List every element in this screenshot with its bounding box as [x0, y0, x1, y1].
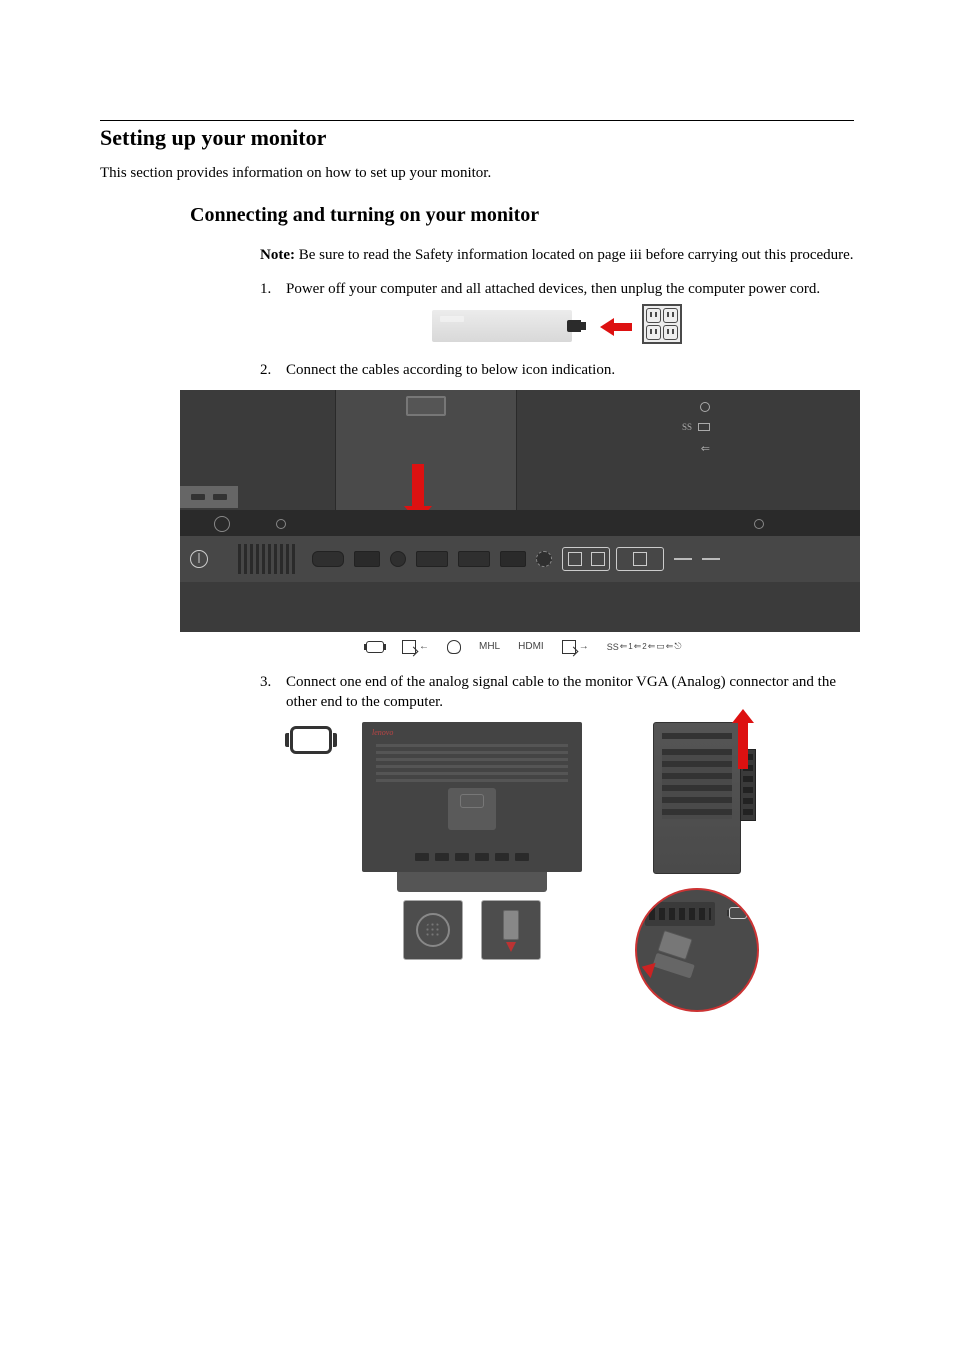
power-plug-icon [567, 320, 581, 332]
headphone-label-icon [447, 640, 461, 654]
brand-label: lenovo [372, 728, 393, 737]
left-side-ports [180, 486, 238, 508]
usb-arrow-icon: ⇐ [666, 641, 674, 652]
insert-arrow-icon [412, 464, 424, 508]
wall-outlet-icon [642, 304, 682, 344]
usb-trident-icon: ⇐ [701, 442, 710, 455]
mhl-port-icon [416, 551, 448, 567]
dp-out-label-icon [562, 640, 576, 654]
step-text: Power off your computer and all attached… [286, 279, 854, 299]
subsection-title: Connecting and turning on your monitor [190, 204, 854, 227]
displayport-in-icon [354, 551, 380, 567]
figure-vga-connection: lenovo [290, 722, 782, 1012]
figure-unplug-power [260, 310, 854, 342]
audio-jack-icon [390, 551, 406, 567]
usb-port-icon [698, 423, 710, 431]
displayport-out-icon [500, 551, 526, 567]
monitor-rear-diagram: lenovo [362, 722, 582, 960]
step-number: 3. [260, 672, 286, 692]
connect-up-arrow-icon [738, 721, 748, 769]
intro-text: This section provides information on how… [100, 165, 854, 182]
usb-arrow-icon: ⇐ [648, 641, 656, 652]
screw-icon [754, 519, 764, 529]
step-text: Connect the cables according to below ic… [286, 360, 854, 380]
computer-tower-diagram [612, 722, 782, 1012]
lock-icon: ⎋ [674, 641, 681, 652]
figure-port-layout: SS ⇐ [180, 390, 854, 654]
usb-arrow-icon: ⇐ [620, 641, 628, 652]
step-number: 1. [260, 279, 286, 299]
dp-in-label-icon [402, 640, 416, 654]
note-label: Note: [260, 247, 295, 263]
vga-zoom-circle [635, 888, 759, 1012]
power-inlet-icon [190, 550, 208, 568]
port-label-row: ← MHL HDMI → SS⇐1 ⇐2 ⇐ ▭ ⇐ ⎋ [180, 632, 854, 654]
vga-label-icon [366, 641, 384, 653]
computer-icon [432, 310, 572, 342]
monitor-stand-neck-icon [335, 390, 517, 510]
usb-port-cluster [562, 547, 664, 571]
section-title: Setting up your monitor [100, 125, 854, 151]
usb-ss-label: SS [682, 422, 692, 432]
mhl-label: MHL [479, 640, 500, 654]
vga-symbol-icon [290, 726, 332, 754]
blank-slot-icon [674, 558, 692, 560]
side-port-column: SS ⇐ [682, 402, 710, 455]
unplug-arrow-icon [600, 318, 614, 336]
hdmi-port-icon [458, 551, 490, 567]
hdmi-label: HDMI [518, 640, 544, 654]
spacer-icon [536, 551, 552, 567]
vga-connector-face-icon [403, 900, 463, 960]
cable-pin-icon [481, 900, 541, 960]
usb-arrow-icon: ⇐ [634, 641, 642, 652]
note-text: Be sure to read the Safety information l… [295, 247, 854, 263]
vent-grille-icon [238, 544, 296, 574]
usb-upstream-icon: ▭ [656, 641, 665, 652]
note-block: Note: Be sure to read the Safety informa… [260, 245, 854, 265]
blank-slot-icon [702, 558, 720, 560]
plug-in-arrow-icon [639, 959, 655, 978]
screw-icon [276, 519, 286, 529]
vga-port-icon [312, 551, 344, 567]
headphone-jack-icon [700, 402, 710, 412]
step-number: 2. [260, 360, 286, 380]
step-text: Connect one end of the analog signal cab… [286, 672, 854, 713]
usb-ss-label: SS [607, 642, 619, 652]
